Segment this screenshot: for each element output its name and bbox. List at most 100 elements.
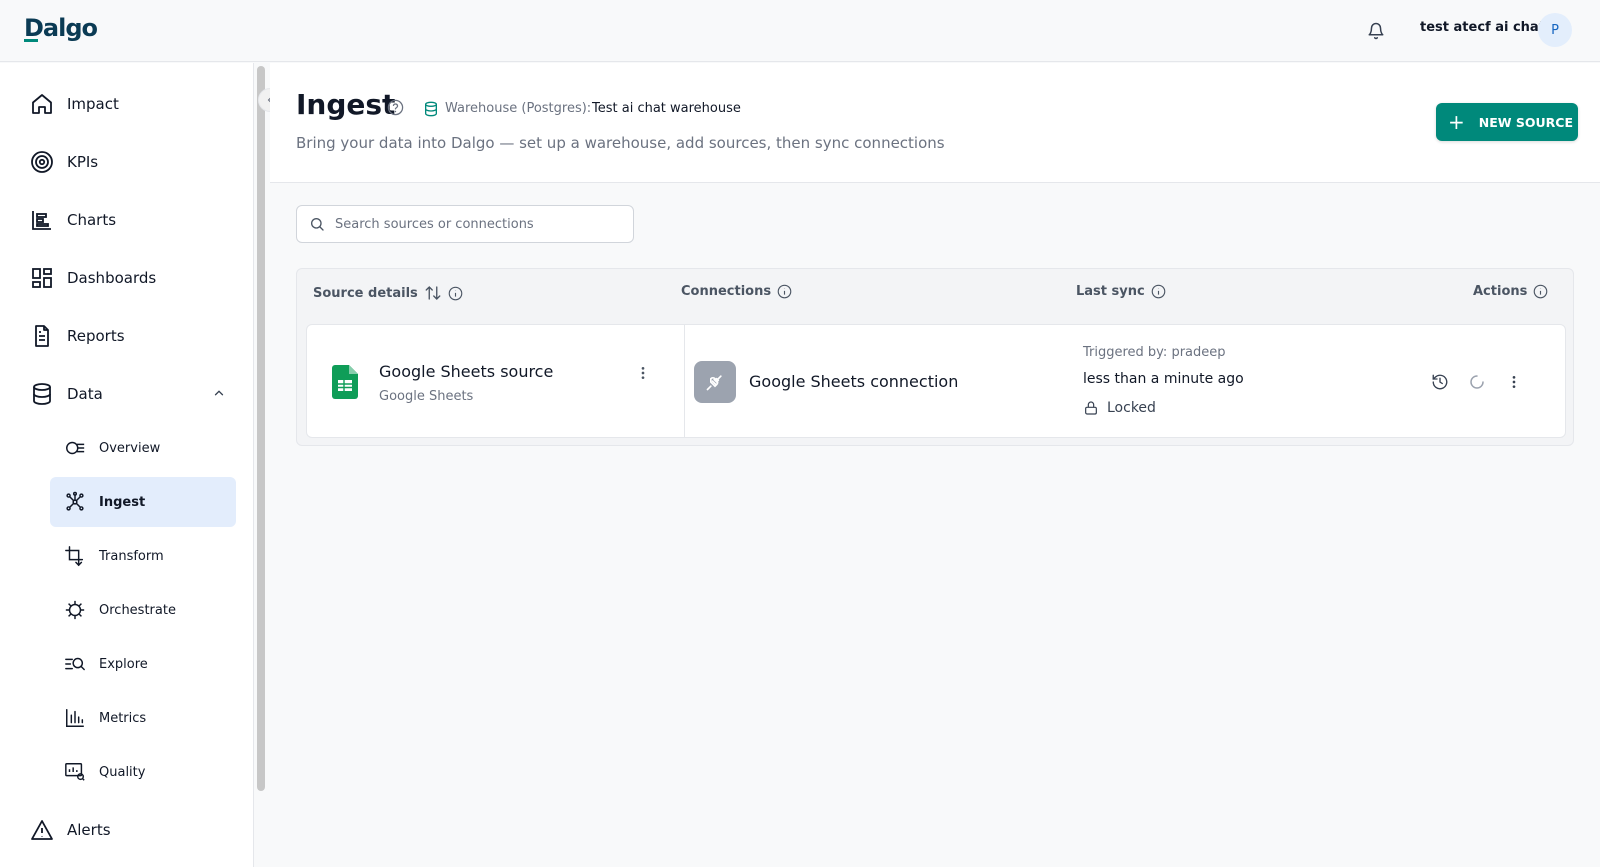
sidebar-item-label: Transform: [99, 548, 164, 564]
info-icon[interactable]: [1533, 284, 1548, 299]
plug-icon: [694, 361, 736, 403]
column-header-source[interactable]: Source details: [313, 284, 463, 302]
sidebar-item-explore[interactable]: Explore: [50, 639, 236, 689]
plus-icon: +: [1448, 110, 1465, 134]
sidebar-item-label: Alerts: [67, 821, 111, 839]
database-icon: [28, 380, 56, 408]
new-source-label: NEW SOURCE: [1478, 114, 1574, 130]
sidebar-item-ingest[interactable]: Ingest: [50, 477, 236, 527]
column-header-label: Source details: [313, 285, 418, 301]
search-input[interactable]: [335, 216, 615, 232]
sort-icon[interactable]: [424, 284, 442, 302]
column-header-actions: Actions: [1473, 284, 1548, 299]
search-field[interactable]: [296, 205, 634, 243]
column-divider: [684, 325, 685, 437]
page-subtitle: Bring your data into Dalgo — set up a wa…: [296, 134, 945, 152]
sync-button[interactable]: [1466, 371, 1488, 393]
sidebar-item-label: Overview: [99, 440, 161, 456]
sidebar-item-data[interactable]: Data: [28, 376, 226, 412]
lock-icon: [1085, 401, 1097, 415]
column-header-label: Actions: [1473, 284, 1528, 299]
search-icon: [311, 218, 324, 231]
more-vertical-icon: [641, 367, 645, 379]
sidebar-item-label: KPIs: [67, 153, 99, 171]
top-bar: Dalgo test atecf ai chat P: [0, 0, 1600, 62]
sidebar-item-label: Data: [67, 385, 103, 403]
sidebar-item-charts[interactable]: Charts: [28, 202, 116, 238]
bar-chart-icon: [28, 206, 56, 234]
help-icon[interactable]: [387, 99, 404, 120]
source-menu-button[interactable]: [633, 363, 653, 383]
connection-menu-button[interactable]: [1503, 371, 1525, 393]
user-name[interactable]: test atecf ai chat: [1420, 20, 1545, 35]
warehouse-name: Test ai chat warehouse: [592, 101, 741, 116]
sidebar-item-dashboards[interactable]: Dashboards: [28, 260, 156, 296]
sidebar-item-label: Quality: [99, 764, 146, 780]
sources-table: Source details Connections Last sync Act…: [296, 268, 1574, 446]
column-header-last-sync: Last sync: [1076, 284, 1166, 299]
document-icon: [28, 322, 56, 350]
sidebar-scrollbar[interactable]: [257, 66, 265, 791]
logo-underline: [24, 39, 38, 42]
avatar[interactable]: P: [1538, 13, 1572, 47]
sidebar-item-transform[interactable]: Transform: [50, 531, 236, 581]
info-icon[interactable]: [448, 286, 463, 301]
table-row: Google Sheets source Google Sheets Googl…: [306, 324, 1566, 438]
explore-icon: [63, 652, 87, 676]
sidebar-item-quality[interactable]: Quality: [50, 747, 236, 797]
google-sheets-icon: [332, 365, 358, 403]
target-icon: [28, 148, 56, 176]
sidebar-item-orchestrate[interactable]: Orchestrate: [50, 585, 236, 635]
dashboard-icon: [28, 264, 56, 292]
column-header-connections: Connections: [681, 284, 792, 299]
more-vertical-icon: [1512, 376, 1516, 388]
quality-icon: [63, 760, 87, 784]
sync-history-button[interactable]: [1429, 371, 1451, 393]
sidebar-item-reports[interactable]: Reports: [28, 318, 125, 354]
history-icon: [1432, 374, 1448, 390]
sidebar-item-label: Impact: [67, 95, 119, 113]
chevron-up-icon: [212, 385, 226, 404]
sidebar-item-label: Explore: [99, 656, 148, 672]
source-name[interactable]: Google Sheets source: [379, 362, 553, 381]
last-sync-time: less than a minute ago: [1083, 371, 1244, 387]
main-content: Ingest Warehouse (Postgres): Test ai cha…: [270, 63, 1600, 867]
source-type: Google Sheets: [379, 389, 474, 404]
triggered-by: Triggered by: pradeep: [1083, 345, 1226, 360]
info-icon[interactable]: [777, 284, 792, 299]
overview-icon: [63, 436, 87, 460]
metrics-icon: [63, 706, 87, 730]
home-icon: [28, 90, 56, 118]
page-header: Ingest Warehouse (Postgres): Test ai cha…: [270, 63, 1600, 183]
sidebar: Impact KPIs Charts Dashboards Reports Da…: [0, 63, 254, 867]
network-icon: [63, 490, 87, 514]
info-icon[interactable]: [1151, 284, 1166, 299]
sidebar-item-kpis[interactable]: KPIs: [28, 144, 98, 180]
warehouse-label: Warehouse (Postgres):: [445, 101, 592, 116]
bell-icon: [1368, 22, 1384, 40]
loading-spinner-icon: [1470, 375, 1484, 389]
sidebar-item-label: Charts: [67, 211, 117, 229]
sidebar-item-metrics[interactable]: Metrics: [50, 693, 236, 743]
logo-text: Dalgo: [24, 14, 98, 42]
connection-name[interactable]: Google Sheets connection: [749, 372, 958, 391]
notifications-button[interactable]: [1359, 14, 1393, 48]
sidebar-item-alerts[interactable]: Alerts: [28, 812, 111, 848]
column-header-label: Connections: [681, 284, 772, 299]
page-title: Ingest: [296, 88, 396, 121]
transform-icon: [63, 544, 87, 568]
orchestrate-icon: [63, 598, 87, 622]
sidebar-item-label: Dashboards: [67, 269, 157, 287]
warning-icon: [28, 816, 56, 844]
app-logo[interactable]: Dalgo: [24, 14, 98, 42]
warehouse-database-icon: [423, 101, 439, 121]
sidebar-item-label: Reports: [67, 327, 125, 345]
sidebar-item-overview[interactable]: Overview: [50, 423, 236, 473]
status-text: Locked: [1107, 400, 1156, 416]
sidebar-item-label: Orchestrate: [99, 602, 176, 618]
sidebar-item-impact[interactable]: Impact: [28, 86, 119, 122]
sidebar-item-label: Metrics: [99, 710, 147, 726]
sidebar-item-label: Ingest: [99, 494, 146, 510]
status-badge: Locked: [1083, 400, 1156, 416]
new-source-button[interactable]: + NEW SOURCE: [1436, 103, 1578, 141]
